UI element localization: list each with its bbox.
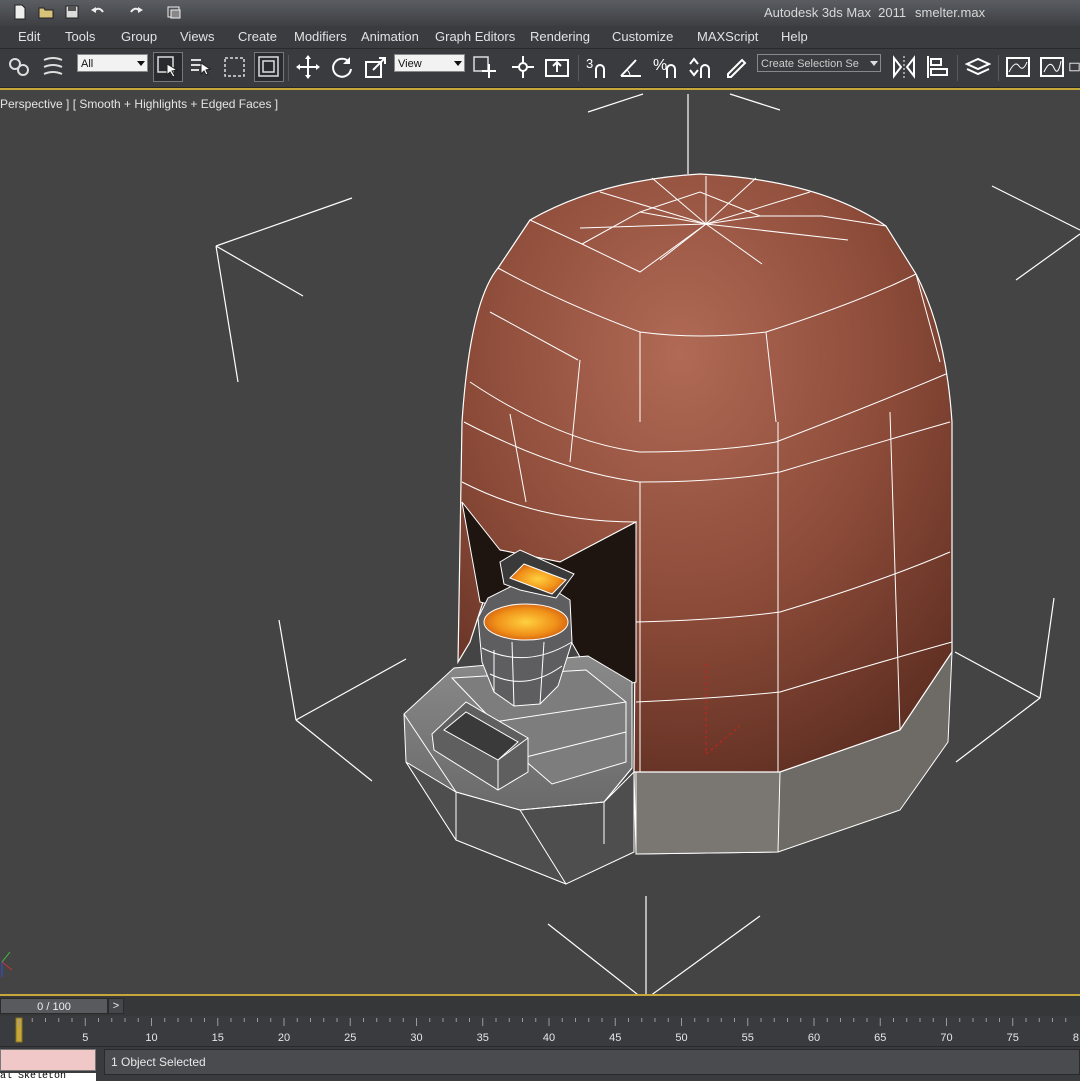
snap-label: 3 <box>586 56 593 71</box>
frame-tick-label: 60 <box>808 1032 820 1044</box>
keyboard-shortcut-override-icon[interactable] <box>542 52 572 82</box>
selection-bracket <box>991 185 1080 281</box>
frame-counter[interactable]: 0 / 100 <box>0 998 108 1014</box>
selection-bracket <box>954 597 1055 763</box>
select-and-manipulate-icon[interactable] <box>508 52 538 82</box>
scale-icon[interactable] <box>361 52 391 82</box>
schematic-view-icon[interactable] <box>1037 52 1067 82</box>
selection-filter-value: All <box>81 58 94 70</box>
use-pivot-center-icon[interactable] <box>469 52 499 82</box>
material-editor-icon[interactable] <box>1069 52 1080 82</box>
select-object-icon[interactable] <box>153 52 183 82</box>
frame-tick-label: 75 <box>1007 1032 1019 1044</box>
chevron-down-icon <box>870 61 878 66</box>
menu-create[interactable]: Create <box>238 29 277 44</box>
menu-modifiers[interactable]: Modifiers <box>294 29 347 44</box>
frame-tick-label: 25 <box>344 1032 356 1044</box>
frame-tick-label: 40 <box>543 1032 555 1044</box>
align-icon[interactable] <box>923 52 953 82</box>
main-toolbar: All View 3 % Create Selection Se <box>0 49 1080 88</box>
menu-maxscript[interactable]: MAXScript <box>697 29 758 44</box>
frame-tick-label: 55 <box>742 1032 754 1044</box>
select-by-name-icon[interactable] <box>186 52 216 82</box>
status-bar: al Skeleton 1 Object Selected <box>0 1046 1080 1081</box>
open-file-icon[interactable] <box>38 4 54 20</box>
project-folder-icon[interactable] <box>166 4 182 20</box>
rotate-icon[interactable] <box>327 52 357 82</box>
chevron-down-icon <box>454 61 462 66</box>
selection-bracket <box>215 197 353 383</box>
maxscript-listener-field[interactable] <box>0 1049 96 1071</box>
mirror-icon[interactable] <box>889 52 919 82</box>
selection-filter-dropdown[interactable]: All <box>77 54 148 72</box>
toolbar-separator <box>998 55 999 81</box>
file-name: smelter.max <box>915 5 986 20</box>
frame-tick-label: 30 <box>410 1032 422 1044</box>
rectangular-selection-icon[interactable] <box>220 52 250 82</box>
menu-customize[interactable]: Customize <box>612 29 673 44</box>
percent-snap-toggle-icon[interactable]: % <box>650 52 680 82</box>
move-icon[interactable] <box>293 52 323 82</box>
frame-ruler[interactable]: 5 10 15 20 25 30 35 40 45 50 55 60 65 70 75 8 <box>0 1016 1080 1046</box>
edit-named-selection-icon[interactable] <box>722 52 752 82</box>
selection-status: 1 Object Selected <box>104 1049 1080 1075</box>
percent-snap-label: % <box>653 57 667 74</box>
undo-icon[interactable] <box>90 4 106 20</box>
toolbar-separator <box>288 55 289 81</box>
frame-tick-label: 65 <box>874 1032 886 1044</box>
smelter-model[interactable] <box>403 173 953 885</box>
frame-tick-label: 5 <box>82 1032 88 1044</box>
menu-views[interactable]: Views <box>180 29 214 44</box>
title-bar: Autodesk 3ds Max 2011 smelter.max <box>0 0 1080 27</box>
window-crossing-icon[interactable] <box>254 52 284 82</box>
named-selection-dropdown[interactable]: Create Selection Se <box>757 54 881 72</box>
frame-tick-label: 8 <box>1073 1032 1079 1044</box>
frame-tick-label: 50 <box>675 1032 687 1044</box>
toolbar-separator <box>957 55 958 81</box>
reference-coordinate-dropdown[interactable]: View <box>394 54 465 72</box>
save-icon[interactable] <box>64 4 80 20</box>
selection-bracket <box>547 896 761 994</box>
menu-edit[interactable]: Edit <box>18 29 40 44</box>
menu-rendering[interactable]: Rendering <box>530 29 590 44</box>
menu-bar: Edit Tools Group Views Create Modifiers … <box>0 26 1080 49</box>
menu-group[interactable]: Group <box>121 29 157 44</box>
snaps-toggle-icon[interactable]: 3 <box>582 52 612 82</box>
frame-tick-label: 15 <box>212 1032 224 1044</box>
frame-tick-label: 45 <box>609 1032 621 1044</box>
angle-snap-toggle-icon[interactable] <box>616 52 646 82</box>
layer-manager-icon[interactable] <box>963 52 993 82</box>
time-slider[interactable]: 0 / 100 > <box>0 996 1080 1016</box>
frame-tick-label: 20 <box>278 1032 290 1044</box>
menu-animation[interactable]: Animation <box>361 29 419 44</box>
next-frame-button[interactable]: > <box>108 998 124 1014</box>
redo-icon[interactable] <box>128 4 144 20</box>
chevron-down-icon <box>137 61 145 66</box>
menu-help[interactable]: Help <box>781 29 808 44</box>
quick-access-toolbar <box>12 3 192 21</box>
toolbar-separator <box>578 55 579 81</box>
reference-coordinate-value: View <box>398 58 422 70</box>
unlink-selection-icon[interactable] <box>38 52 68 82</box>
track-bar[interactable]: 5 10 15 20 25 30 35 40 45 50 55 60 65 70 75 8 <box>0 1016 1080 1046</box>
app-title: Autodesk 3ds Max 2011 <box>764 5 907 20</box>
new-file-icon[interactable] <box>12 4 28 20</box>
frame-tick-label: 70 <box>940 1032 952 1044</box>
menu-graph-editors[interactable]: Graph Editors <box>435 29 515 44</box>
axis-tripod-icon <box>1 951 13 977</box>
menu-tools[interactable]: Tools <box>65 29 95 44</box>
scene-canvas[interactable] <box>0 90 1080 994</box>
select-and-link-icon[interactable] <box>4 52 34 82</box>
frame-tick-label: 35 <box>477 1032 489 1044</box>
perspective-viewport[interactable]: Perspective ] [ Smooth + Highlights + Ed… <box>0 88 1080 996</box>
curve-editor-icon[interactable] <box>1003 52 1033 82</box>
selection-bracket <box>587 93 781 174</box>
frame-tick-label: 10 <box>145 1032 157 1044</box>
selection-bracket <box>278 619 407 782</box>
spinner-snap-toggle-icon[interactable] <box>684 52 714 82</box>
named-selection-value: Create Selection Se <box>761 58 859 70</box>
